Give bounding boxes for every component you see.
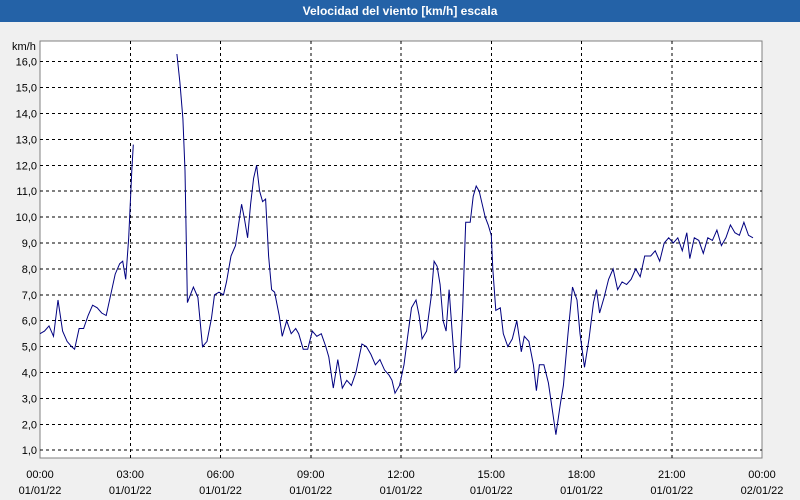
y-tick-label: 5,0 — [22, 342, 37, 354]
y-tick-label: 14,0 — [16, 109, 37, 121]
x-tick-date-label: 01/01/22 — [289, 485, 332, 497]
x-tick-date-label: 02/01/22 — [741, 485, 784, 497]
y-axis-ticks: 1,0 2,0 3,0 4,0 5,0 6,0 7,0 8,0 9,0 10,0 11,0 12,0 1… — [16, 57, 37, 458]
y-tick-label: 13,0 — [16, 134, 37, 146]
x-tick-time-label: 06:00 — [207, 469, 235, 481]
x-tick-date-label: 01/01/22 — [470, 485, 513, 497]
y-tick-label: 8,0 — [22, 264, 37, 276]
y-tick-label: 16,0 — [16, 57, 37, 69]
y-tick-label: 9,0 — [22, 238, 37, 250]
x-tick-time-label: 12:00 — [387, 469, 415, 481]
y-tick-label: 4,0 — [22, 368, 37, 380]
chart-window: Velocidad del viento [km/h] escala km/h … — [0, 0, 800, 500]
x-tick-date-label: 01/01/22 — [19, 485, 62, 497]
y-tick-label: 3,0 — [22, 393, 37, 405]
y-tick-label: 7,0 — [22, 290, 37, 302]
x-tick-date-label: 01/01/22 — [380, 485, 423, 497]
x-axis-ticks: 00:00 01/01/22 03:00 01/01/22 06:00 01/01/22 0… — [19, 469, 784, 497]
x-tick-time-label: 09:00 — [297, 469, 325, 481]
y-tick-label: 2,0 — [22, 419, 37, 431]
y-tick-label: 12,0 — [16, 160, 37, 172]
y-axis-label: km/h — [12, 41, 36, 53]
chart-canvas: km/h 1,0 2,0 3,0 4,0 5,0 6,0 7,0 8,0 9,0 10,0 11,0… — [12, 40, 784, 497]
x-tick-time-label: 18:00 — [568, 469, 596, 481]
x-tick-time-label: 21:00 — [658, 469, 686, 481]
x-tick-date-label: 01/01/22 — [199, 485, 242, 497]
y-tick-label: 15,0 — [16, 83, 37, 95]
x-tick-date-label: 01/01/22 — [650, 485, 693, 497]
x-tick-time-label: 00:00 — [748, 469, 776, 481]
y-tick-label: 11,0 — [16, 186, 37, 198]
x-tick-time-label: 15:00 — [477, 469, 505, 481]
x-tick-date-label: 01/01/22 — [560, 485, 603, 497]
x-tick-time-label: 03:00 — [116, 469, 144, 481]
y-tick-label: 6,0 — [22, 316, 37, 328]
y-tick-label: 1,0 — [22, 445, 37, 457]
x-tick-time-label: 00:00 — [26, 469, 54, 481]
x-tick-date-label: 01/01/22 — [109, 485, 152, 497]
y-tick-label: 10,0 — [16, 212, 37, 224]
